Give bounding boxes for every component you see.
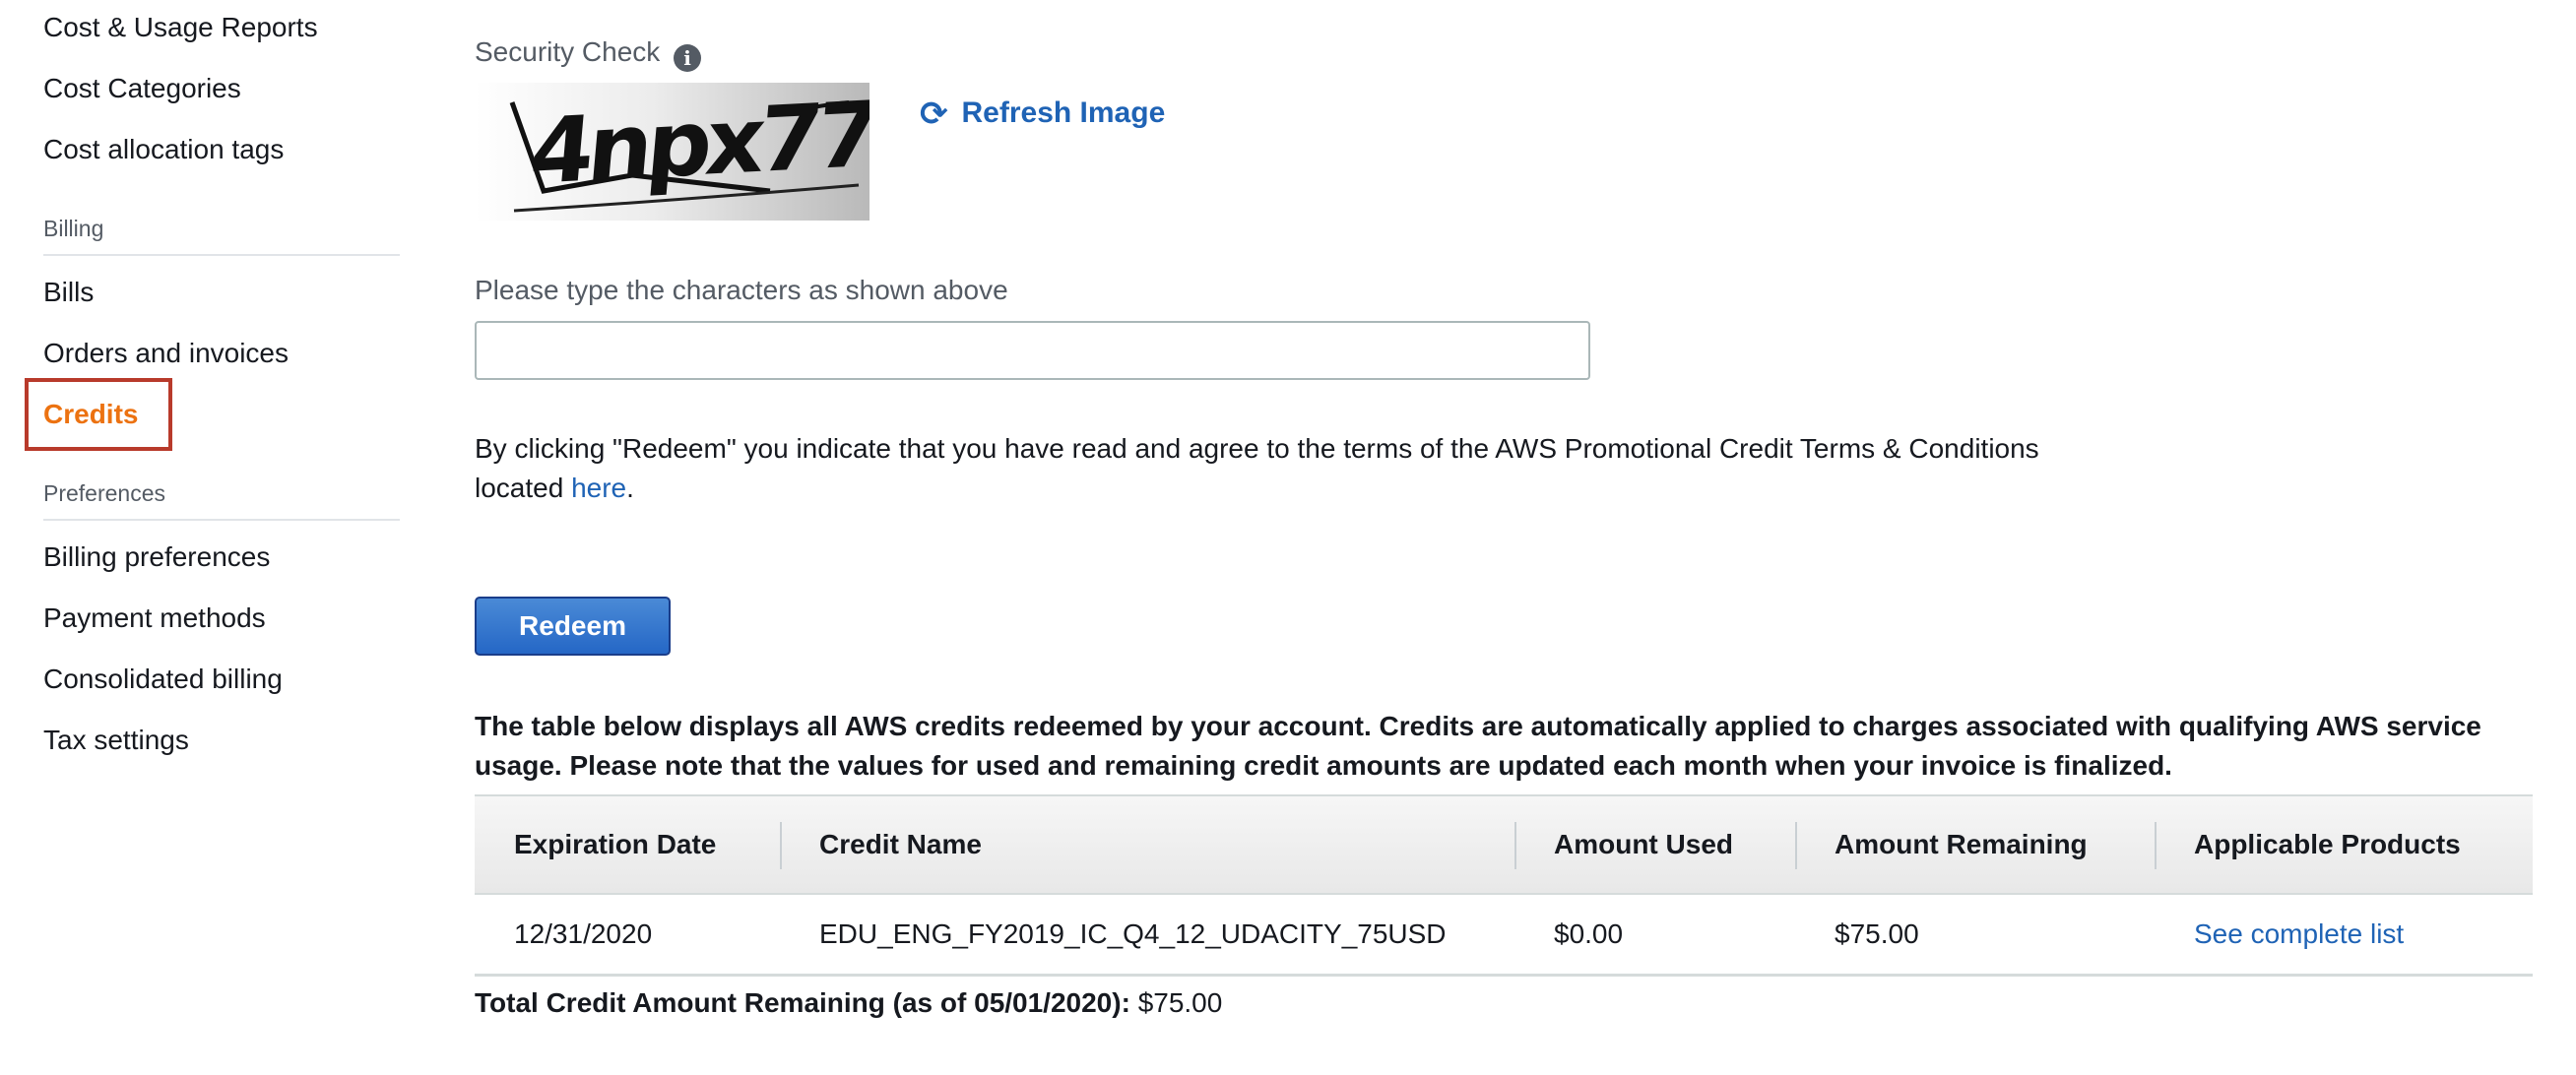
sidebar-item-orders-invoices[interactable]: Orders and invoices [43, 337, 289, 370]
captcha-characters: 4npx77 [526, 83, 869, 206]
see-complete-list-link[interactable]: See complete list [2194, 918, 2404, 949]
cell-amount-remaining: $75.00 [1795, 894, 2155, 977]
sidebar-item-credits[interactable]: Credits [43, 398, 138, 431]
info-icon[interactable]: i [674, 44, 702, 72]
terms-text: By clicking "Redeem" you indicate that y… [475, 429, 2070, 508]
column-header-amount-used[interactable]: Amount Used [1514, 794, 1795, 895]
credits-main-panel: Security Check i 4npx77 ⟳ Refresh Image P… [475, 0, 2533, 1075]
terms-body: By clicking "Redeem" you indicate that y… [475, 433, 2039, 503]
sidebar-item-billing-preferences[interactable]: Billing preferences [43, 540, 270, 574]
cell-credit-name: EDU_ENG_FY2019_IC_Q4_12_UDACITY_75USD [780, 894, 1514, 977]
sidebar-item-tax-settings[interactable]: Tax settings [43, 724, 189, 757]
sidebar-item-bills[interactable]: Bills [43, 276, 94, 309]
credits-table: Expiration Date Credit Name Amount Used … [475, 794, 2533, 977]
cell-expiration-date: 12/31/2020 [475, 894, 780, 977]
table-row: 12/31/2020 EDU_ENG_FY2019_IC_Q4_12_UDACI… [475, 894, 2533, 977]
refresh-icon: ⟳ [920, 95, 948, 133]
sidebar-section-billing: Billing [43, 215, 400, 256]
redeem-button[interactable]: Redeem [475, 597, 671, 656]
billing-sidebar: Cost & Usage Reports Cost Categories Cos… [0, 0, 414, 1075]
refresh-image-label: Refresh Image [961, 96, 1166, 129]
sidebar-item-cost-allocation-tags[interactable]: Cost allocation tags [43, 133, 284, 166]
captcha-input-label: Please type the characters as shown abov… [475, 275, 1008, 305]
column-header-expiration-date[interactable]: Expiration Date [475, 794, 780, 895]
captcha-image: 4npx77 [475, 83, 869, 221]
column-header-applicable-products[interactable]: Applicable Products [2155, 794, 2533, 895]
refresh-image-link[interactable]: ⟳ Refresh Image [920, 95, 1165, 134]
terms-here-link[interactable]: here [571, 473, 626, 503]
credits-table-header-row: Expiration Date Credit Name Amount Used … [475, 794, 2533, 895]
sidebar-item-consolidated-billing[interactable]: Consolidated billing [43, 663, 283, 696]
sidebar-item-cost-categories[interactable]: Cost Categories [43, 72, 241, 105]
security-check-label: Security Check [475, 36, 661, 67]
captcha-input[interactable] [475, 321, 1590, 380]
sidebar-item-payment-methods[interactable]: Payment methods [43, 601, 266, 635]
total-credit-value: $75.00 [1137, 987, 1223, 1018]
cell-applicable-products: See complete list [2155, 894, 2533, 977]
sidebar-item-cost-usage-reports[interactable]: Cost & Usage Reports [43, 11, 318, 44]
sidebar-section-preferences: Preferences [43, 479, 400, 521]
security-check-heading: Security Check i [475, 35, 702, 72]
cell-amount-used: $0.00 [1514, 894, 1795, 977]
total-credit-remaining: Total Credit Amount Remaining (as of 05/… [475, 986, 1222, 1020]
total-credit-label: Total Credit Amount Remaining (as of 05/… [475, 987, 1130, 1018]
column-header-credit-name[interactable]: Credit Name [780, 794, 1514, 895]
terms-period: . [626, 473, 634, 503]
credits-table-description: The table below displays all AWS credits… [475, 711, 2481, 781]
column-header-amount-remaining[interactable]: Amount Remaining [1795, 794, 2155, 895]
